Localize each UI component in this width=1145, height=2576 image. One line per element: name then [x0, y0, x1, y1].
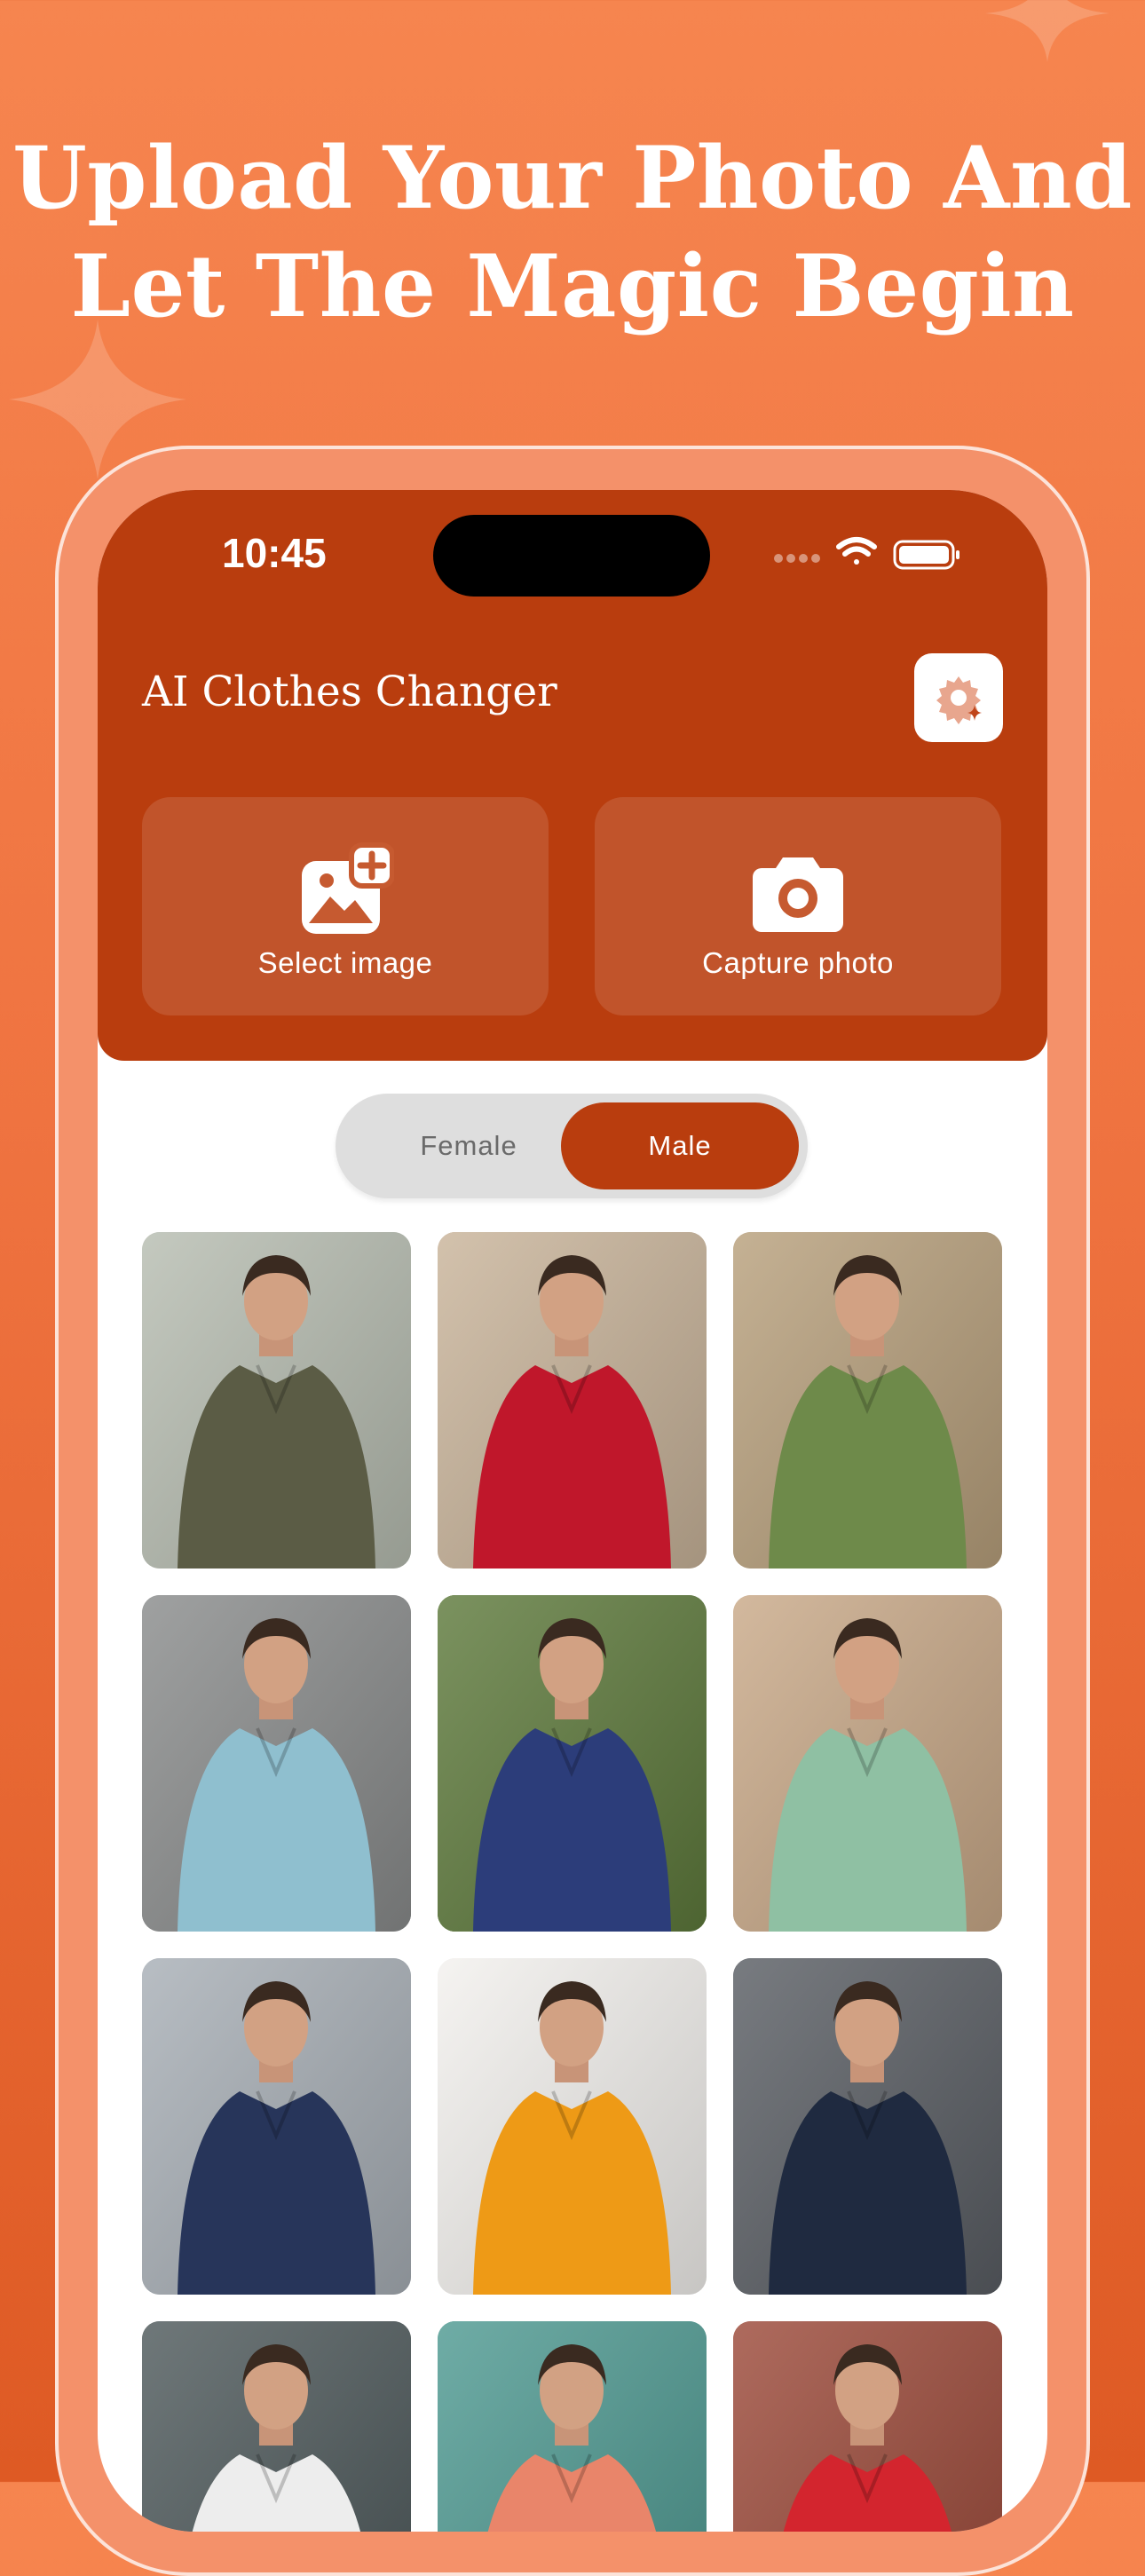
signal-dots-icon — [774, 554, 820, 563]
app-header: 10:45 AI Clothes Changer Select image Ca… — [98, 490, 1047, 1061]
gender-toggle: Female Male — [336, 1094, 808, 1198]
app-title: AI Clothes Changer — [142, 668, 557, 716]
person-image — [733, 1958, 1002, 2295]
person-image — [142, 1232, 411, 1569]
outfit-tile-coral-hoodie[interactable] — [438, 2321, 707, 2532]
outfit-tile-white-tee-gym[interactable] — [142, 2321, 411, 2532]
person-image — [733, 2321, 1002, 2532]
outfit-tile-navy-suit[interactable] — [438, 1595, 707, 1932]
outfit-tile-red-sweater[interactable] — [733, 2321, 1002, 2532]
settings-sparkle-icon — [936, 676, 982, 724]
promo-headline: Upload Your Photo And Let The Magic Begi… — [0, 124, 1145, 341]
outfit-tile-olive-jacket[interactable] — [142, 1232, 411, 1569]
settings-button[interactable] — [914, 653, 1003, 742]
camera-icon — [753, 857, 843, 932]
person-image — [142, 1595, 411, 1932]
person-image — [438, 1595, 707, 1932]
person-image — [438, 2321, 707, 2532]
outfit-tile-navy-coat[interactable] — [142, 1958, 411, 2295]
dynamic-island — [433, 515, 710, 597]
capture-photo-label: Capture photo — [702, 946, 894, 979]
outfit-tile-orange-hoodie[interactable] — [438, 1958, 707, 2295]
select-image-button[interactable]: Select image — [142, 797, 549, 1015]
status-icons — [768, 534, 999, 574]
person-image — [733, 1595, 1002, 1932]
outfit-tile-green-kurta[interactable] — [733, 1595, 1002, 1932]
person-image — [142, 2321, 411, 2532]
gender-option-male[interactable]: Male — [561, 1102, 799, 1189]
person-image — [733, 1232, 1002, 1569]
status-time: 10:45 — [222, 530, 327, 576]
outfit-tile-red-tshirt[interactable] — [438, 1232, 707, 1569]
gender-option-female[interactable]: Female — [350, 1102, 588, 1189]
add-image-icon — [302, 842, 394, 934]
sparkle-icon — [985, 0, 1109, 62]
outfit-tile-green-shirt[interactable] — [733, 1232, 1002, 1569]
person-image — [438, 1958, 707, 2295]
person-image — [142, 1958, 411, 2295]
outfit-tile-blue-sherwani[interactable] — [142, 1595, 411, 1932]
capture-photo-button[interactable]: Capture photo — [595, 797, 1001, 1015]
battery-icon — [893, 540, 959, 570]
headline-line-1: Upload Your Photo And — [12, 128, 1133, 228]
select-image-label: Select image — [257, 946, 433, 979]
person-image — [438, 1232, 707, 1569]
headline-line-2: Let The Magic Begin — [70, 236, 1075, 336]
phone-screen: 10:45 AI Clothes Changer Select image Ca… — [98, 490, 1047, 2532]
outfit-tile-double-breasted-suit[interactable] — [733, 1958, 1002, 2295]
wifi-icon — [836, 537, 877, 565]
